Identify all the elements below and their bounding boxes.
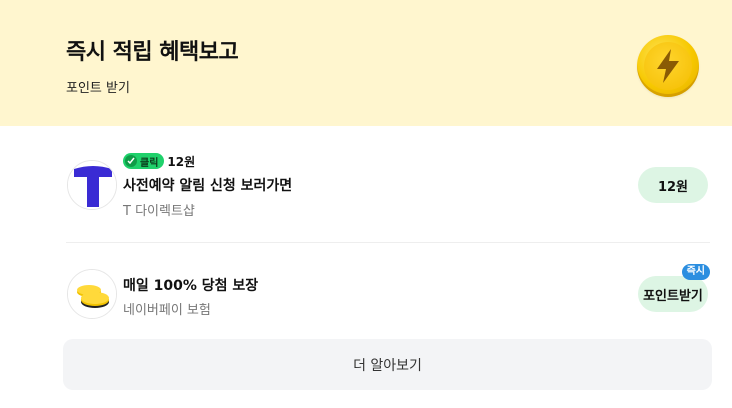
click-badge: 클릭: [123, 153, 165, 169]
reward-amount-button[interactable]: 12원: [638, 167, 708, 203]
header-banner: 즉시 적립 혜택보고 포인트 받기: [0, 0, 732, 126]
instant-badge: 즉시: [681, 264, 710, 280]
list-item[interactable]: 매일 100% 당첨 보장 네이버페이 보험 포인트받기 즉시: [66, 264, 710, 322]
page-title: 즉시 적립 혜택보고: [66, 40, 239, 65]
reward-amount-label: 12원: [657, 179, 689, 195]
see-more-button[interactable]: 더 알아보기: [63, 339, 712, 390]
item-subtitle: T 다이렉트샵: [123, 204, 195, 219]
item-title: 사전예약 알림 신청 보러가면: [123, 178, 293, 194]
list-item[interactable]: 클릭 12원 사전예약 알림 신청 보러가면 T 다이렉트샵 12원: [66, 150, 710, 220]
divider: [66, 242, 710, 243]
get-points-button[interactable]: 포인트받기 즉시: [638, 264, 710, 312]
item-title: 매일 100% 당첨 보장: [123, 278, 259, 294]
reward-badge-row: 클릭 12원: [123, 152, 195, 170]
get-points-label: 포인트받기: [643, 288, 703, 304]
t-direct-logo: [67, 160, 117, 210]
page-subtitle: 포인트 받기: [66, 81, 130, 96]
lightning-coin-icon: [637, 35, 699, 97]
item-subtitle: 네이버페이 보험: [123, 303, 211, 318]
coins-icon: [67, 269, 117, 319]
cursor-click-icon: [125, 155, 137, 167]
badge-amount: 12원: [167, 154, 196, 169]
click-badge-label: 클릭: [140, 157, 159, 169]
